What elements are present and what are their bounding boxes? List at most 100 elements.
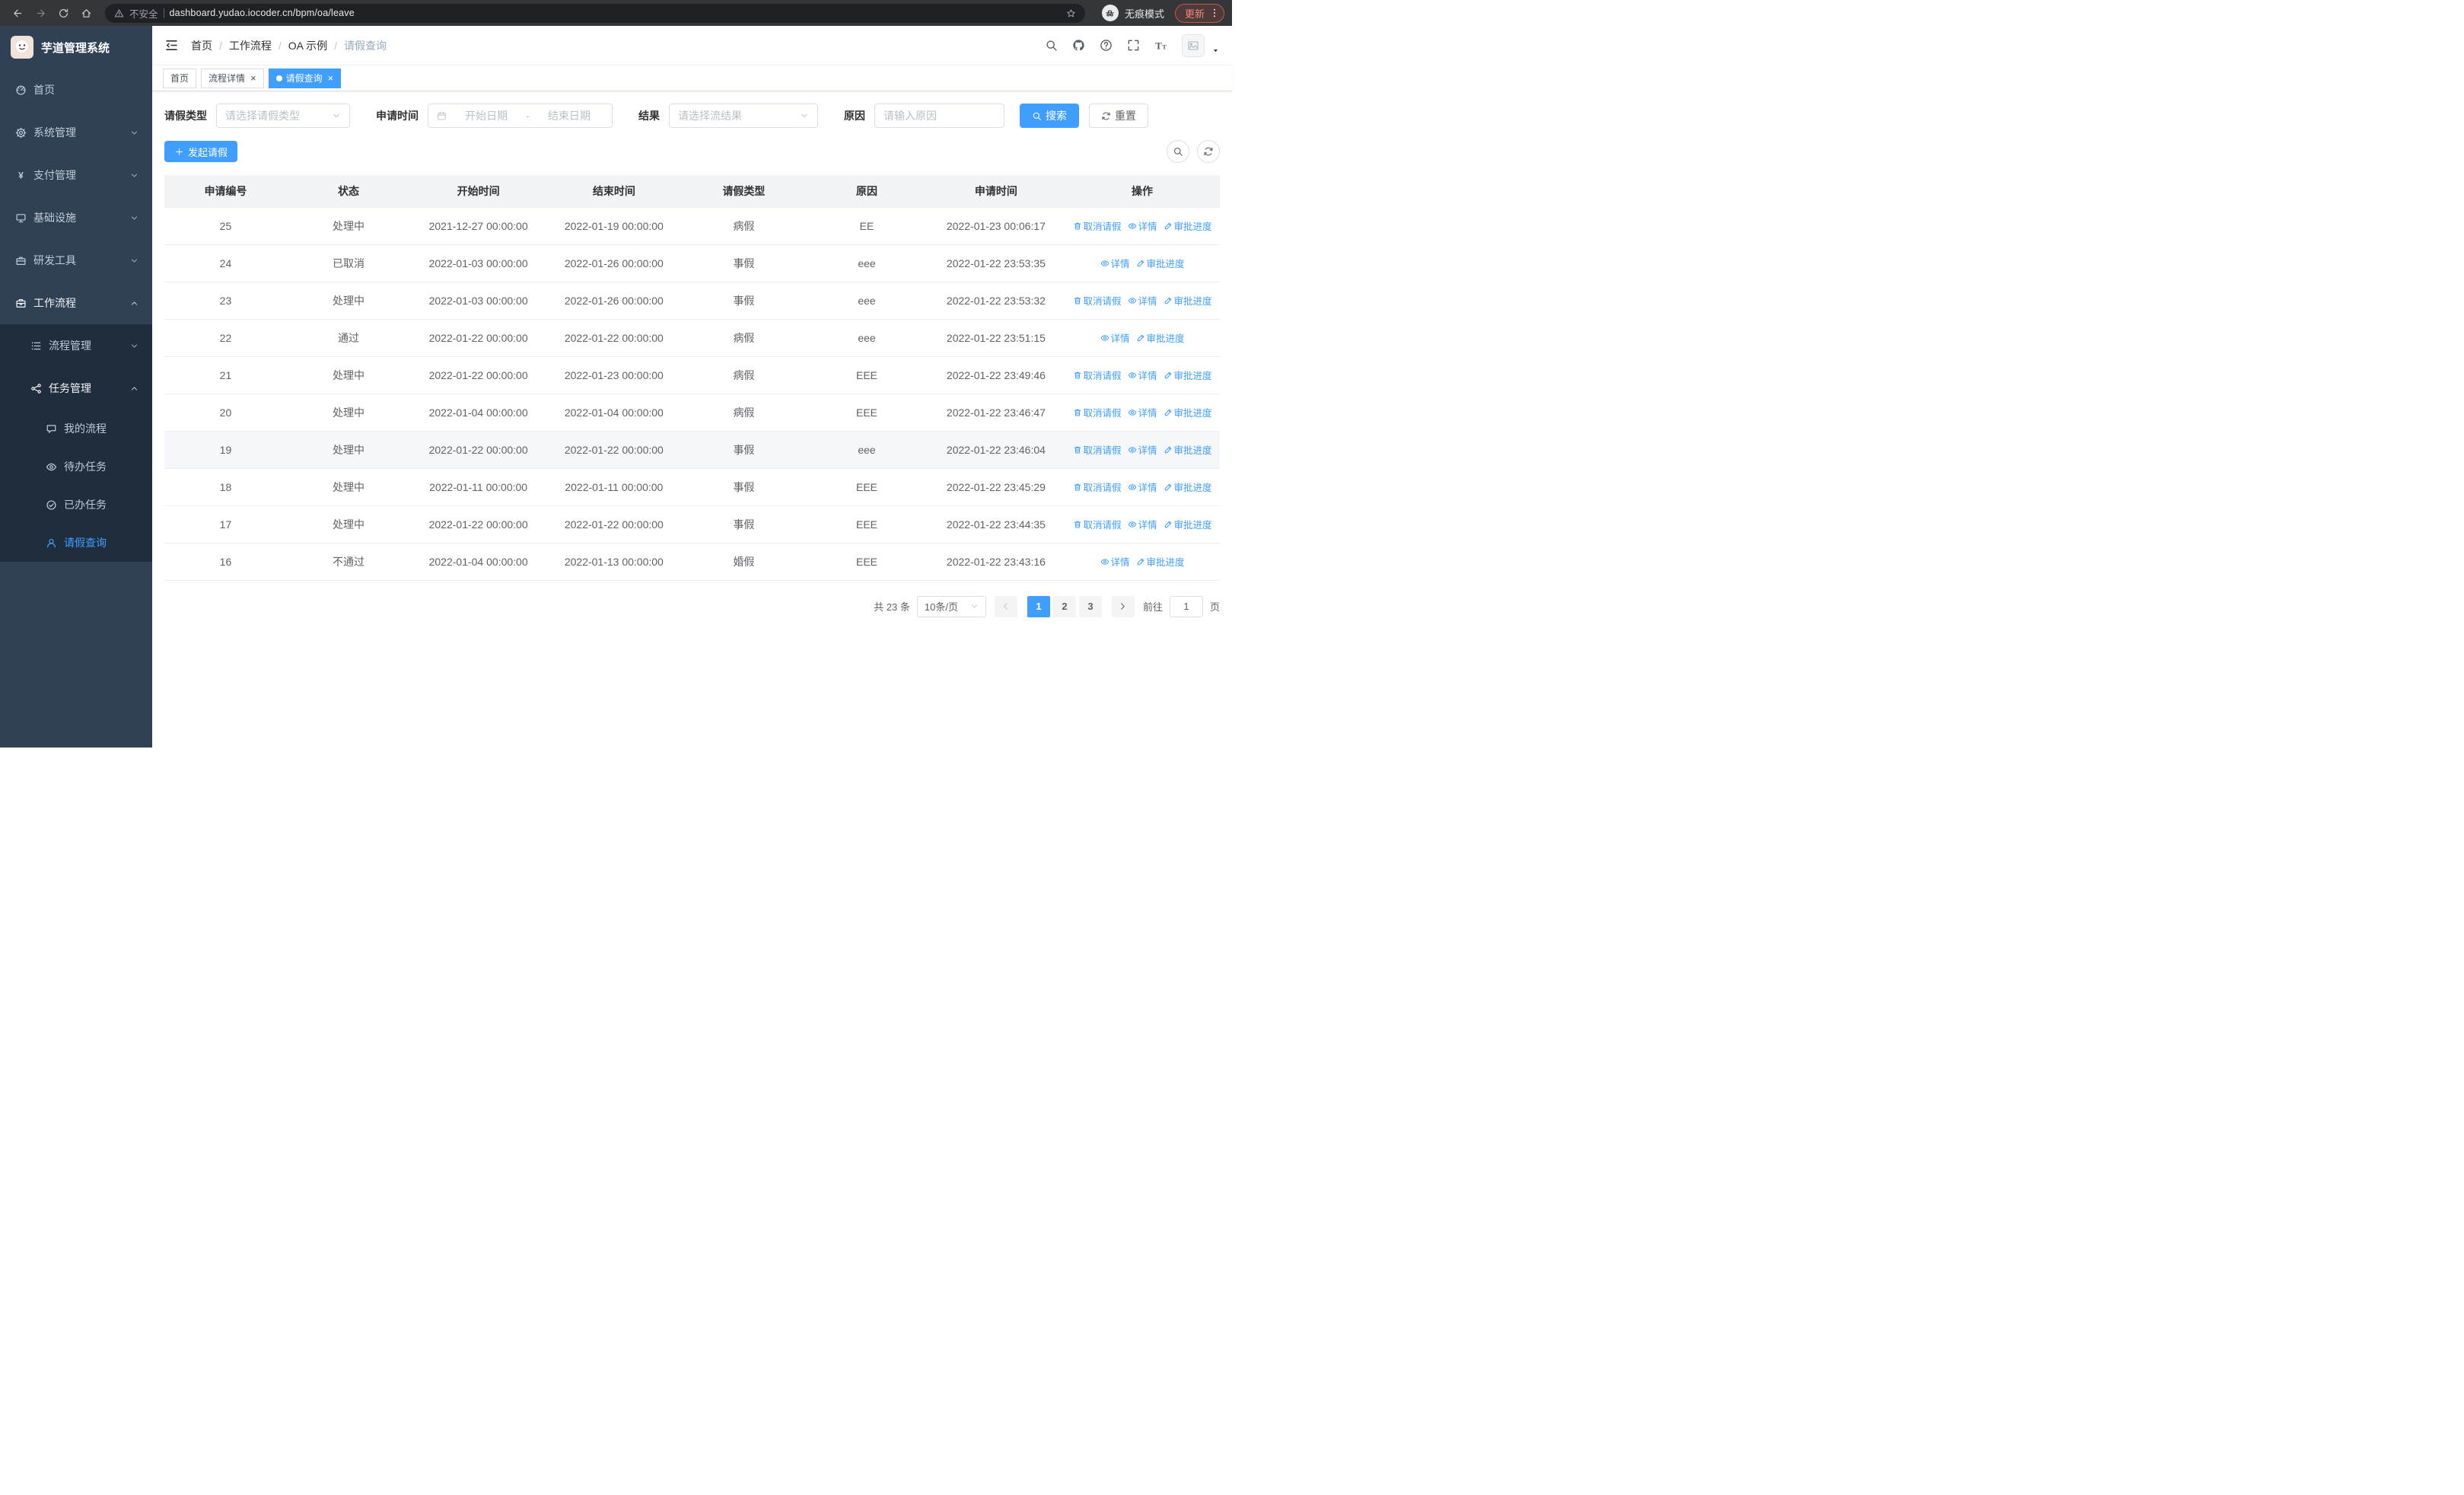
approval-progress-link[interactable]: 审批进度: [1164, 293, 1212, 308]
forward-arrow-icon: [35, 8, 46, 19]
cancel-leave-link[interactable]: 取消请假: [1073, 405, 1122, 419]
header-search-button[interactable]: [1045, 39, 1058, 52]
page-button-1[interactable]: 1: [1027, 595, 1050, 617]
reload-button[interactable]: [53, 3, 73, 23]
detail-link[interactable]: 详情: [1100, 554, 1130, 569]
refresh-table-button[interactable]: [1197, 140, 1220, 163]
tab-1[interactable]: 流程详情 ×: [201, 68, 264, 88]
leave-type-select[interactable]: 请选择请假类型: [216, 104, 350, 128]
breadcrumb-item[interactable]: 工作流程: [229, 38, 272, 53]
sidebar-item-dev-tools[interactable]: 研发工具: [0, 239, 152, 282]
page-buttons: 123: [1026, 595, 1103, 617]
cancel-leave-link[interactable]: 取消请假: [1073, 293, 1122, 308]
approval-progress-link[interactable]: 审批进度: [1164, 368, 1212, 382]
home-button[interactable]: [76, 3, 96, 23]
forward-button[interactable]: [30, 3, 50, 23]
sidebar-item-infrastructure[interactable]: 基础设施: [0, 196, 152, 239]
font-size-button[interactable]: TT: [1154, 39, 1167, 52]
detail-link[interactable]: 详情: [1100, 330, 1130, 345]
detail-link[interactable]: 详情: [1128, 517, 1157, 531]
sidebar-item-todo-tasks[interactable]: 待办任务: [0, 448, 152, 486]
detail-link[interactable]: 详情: [1128, 368, 1157, 382]
sidebar-item-done-tasks[interactable]: 已办任务: [0, 486, 152, 524]
reason-input[interactable]: [874, 104, 1004, 128]
result-select[interactable]: 请选择流结果: [669, 104, 818, 128]
leave-type-placeholder: 请选择请假类型: [225, 110, 300, 122]
cancel-leave-link[interactable]: 取消请假: [1073, 442, 1122, 457]
url-bar[interactable]: 不安全 dashboard.yudao.iocoder.cn/bpm/oa/le…: [105, 3, 1085, 23]
next-page-button[interactable]: [1111, 595, 1135, 617]
detail-link[interactable]: 详情: [1128, 442, 1157, 457]
github-icon[interactable]: [1072, 39, 1085, 52]
tab-close-icon[interactable]: ×: [328, 73, 334, 83]
goto-page-input[interactable]: [1169, 595, 1203, 617]
search-toggle-button[interactable]: [1167, 140, 1189, 163]
sidebar-item-workflow[interactable]: 工作流程: [0, 282, 152, 324]
tab-2[interactable]: 请假查询 ×: [268, 68, 342, 88]
sidebar-item-process-management[interactable]: 流程管理: [0, 324, 152, 367]
cancel-leave-link[interactable]: 取消请假: [1073, 368, 1122, 382]
cell-apply-time: 2022-01-22 23:53:32: [927, 282, 1065, 320]
update-button[interactable]: 更新: [1174, 3, 1224, 23]
approval-progress-link[interactable]: 审批进度: [1136, 256, 1185, 270]
cell-actions: 取消请假 详情 审批进度: [1065, 505, 1220, 543]
detail-link[interactable]: 详情: [1128, 293, 1157, 308]
cell-end-time: 2022-01-22 00:00:00: [546, 319, 682, 357]
page-button-2[interactable]: 2: [1052, 595, 1076, 617]
detail-link[interactable]: 详情: [1128, 480, 1157, 494]
app-logo[interactable]: 芋道管理系统: [0, 26, 152, 69]
breadcrumb-item[interactable]: 首页: [191, 38, 212, 53]
cell-id: 18: [164, 468, 287, 506]
sidebar-item-payment-management[interactable]: ¥ 支付管理: [0, 154, 152, 196]
cancel-leave-link[interactable]: 取消请假: [1073, 218, 1122, 233]
bookmark-star-icon[interactable]: [1066, 8, 1076, 18]
page-button-3[interactable]: 3: [1078, 595, 1102, 617]
avatar-caret-icon[interactable]: [1211, 46, 1220, 55]
approval-progress-link[interactable]: 审批进度: [1164, 517, 1212, 531]
cell-reason: EEE: [806, 394, 928, 432]
gear-icon: [15, 127, 27, 139]
detail-link[interactable]: 详情: [1128, 405, 1157, 419]
action-label: 取消请假: [1083, 222, 1122, 232]
kebab-menu-icon[interactable]: [1209, 8, 1220, 18]
apply-time-range-picker[interactable]: 开始日期 - 结束日期: [428, 104, 613, 128]
detail-link[interactable]: 详情: [1128, 218, 1157, 233]
approval-progress-link[interactable]: 审批进度: [1164, 480, 1212, 494]
help-button[interactable]: [1100, 39, 1113, 52]
back-button[interactable]: [8, 3, 27, 23]
cell-end-time: 2022-01-19 00:00:00: [546, 207, 682, 245]
sidebar-item-home[interactable]: 首页: [0, 69, 152, 111]
breadcrumb-separator: /: [219, 39, 222, 52]
sidebar-item-task-management[interactable]: 任务管理: [0, 367, 152, 410]
cancel-leave-link[interactable]: 取消请假: [1073, 517, 1122, 531]
approval-progress-link[interactable]: 审批进度: [1136, 330, 1185, 345]
action-label: 审批进度: [1173, 296, 1212, 307]
approval-progress-link[interactable]: 审批进度: [1164, 218, 1212, 233]
action-label: 审批进度: [1173, 520, 1212, 531]
chat-icon: [46, 423, 57, 435]
fullscreen-button[interactable]: [1127, 39, 1140, 52]
create-leave-button[interactable]: 发起请假: [164, 141, 238, 162]
sidebar-item-leave-query[interactable]: 请假查询: [0, 524, 152, 562]
cancel-leave-link[interactable]: 取消请假: [1073, 480, 1122, 494]
search-button[interactable]: 搜索: [1020, 104, 1079, 128]
user-avatar[interactable]: [1182, 33, 1205, 57]
approval-progress-link[interactable]: 审批进度: [1164, 405, 1212, 419]
approval-progress-link[interactable]: 审批进度: [1164, 442, 1212, 457]
chevron-down-icon: [800, 111, 809, 120]
sidebar-collapse-button[interactable]: [164, 38, 179, 53]
cell-reason: EE: [806, 207, 928, 245]
cell-reason: eee: [806, 431, 928, 469]
sidebar-item-system-management[interactable]: 系统管理: [0, 111, 152, 154]
reset-button[interactable]: 重置: [1089, 104, 1148, 128]
tab-close-icon[interactable]: ×: [250, 73, 256, 83]
security-label[interactable]: 不安全: [129, 6, 158, 21]
chevron-down-icon: [970, 602, 979, 610]
approval-progress-link[interactable]: 审批进度: [1136, 554, 1185, 569]
tab-0[interactable]: 首页: [163, 68, 197, 88]
prev-page-button[interactable]: [994, 595, 1017, 617]
detail-link[interactable]: 详情: [1100, 256, 1130, 270]
page-size-select[interactable]: 10条/页: [916, 595, 986, 617]
sidebar-item-my-process[interactable]: 我的流程: [0, 410, 152, 448]
breadcrumb-item[interactable]: OA 示例: [288, 38, 327, 53]
